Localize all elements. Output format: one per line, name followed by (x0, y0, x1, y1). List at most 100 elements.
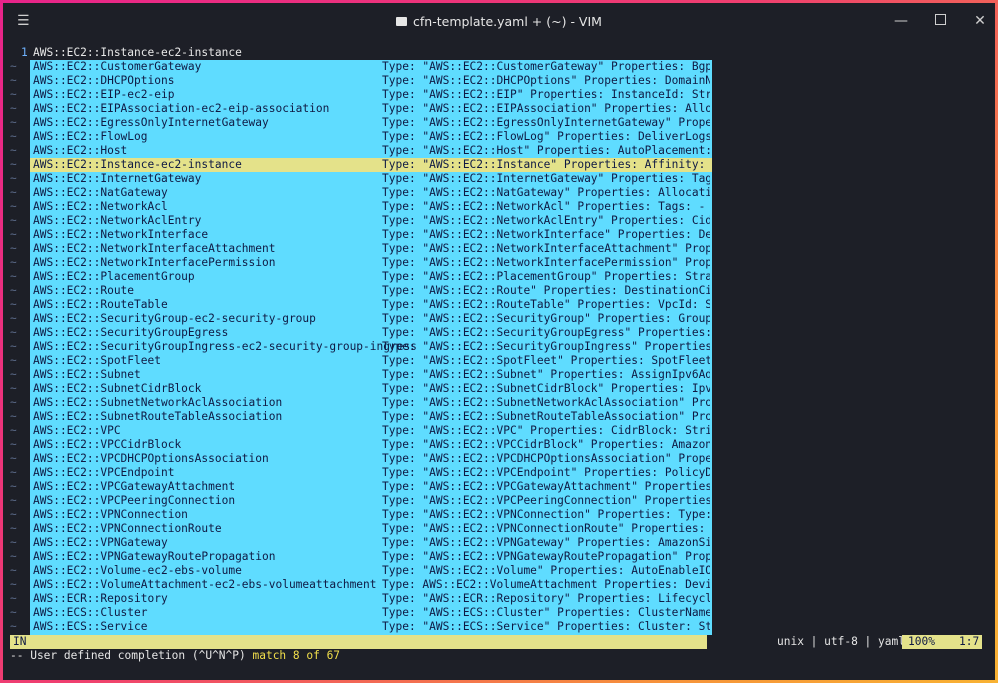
completion-item[interactable]: AWS::EC2::InternetGateway Type: "AWS::EC2… (30, 172, 712, 186)
maximize-icon (934, 14, 946, 25)
completion-item[interactable]: AWS::EC2::SecurityGroupIngress-ec2-secur… (30, 340, 712, 354)
completion-word: AWS::EC2::RouteTable (33, 298, 168, 311)
completion-word: AWS::EC2::Volume-ec2-ebs-volume (33, 564, 242, 577)
completion-item[interactable]: AWS::EC2::Route Type: "AWS::EC2::Route" P… (30, 284, 712, 298)
completion-item[interactable]: AWS::EC2::Volume-ec2-ebs-volume Type: "AW… (30, 564, 712, 578)
completion-menu-info: Type: "AWS::EC2::FlowLog" Properties: De… (382, 130, 710, 143)
completion-item[interactable]: AWS::EC2::SpotFleet Type: "AWS::EC2::Spot… (30, 354, 712, 368)
completion-menu-info: Type: "AWS::EC2::RouteTable" Properties:… (382, 298, 710, 311)
empty-line-marker: ~ (10, 158, 17, 171)
completion-item[interactable]: AWS::EC2::SubnetRouteTableAssociation Typ… (30, 410, 712, 424)
empty-line-marker: ~ (10, 564, 17, 577)
completion-popup[interactable]: AWS::EC2::CustomerGateway Type: "AWS::EC2… (30, 60, 712, 648)
completion-item[interactable]: AWS::EC2::DHCPOptions Type: "AWS::EC2::DH… (30, 74, 712, 88)
completion-item[interactable]: AWS::EC2::FlowLog Type: "AWS::EC2::FlowLo… (30, 130, 712, 144)
completion-item[interactable]: AWS::EC2::VPCGatewayAttachment Type: "AWS… (30, 480, 712, 494)
command-line: -- User defined completion (^U^N^P) matc… (10, 649, 340, 663)
completion-menu-info: Type: "AWS::EC2::Instance" Properties: A… (382, 158, 710, 171)
completion-item[interactable]: AWS::EC2::VPCEndpoint Type: "AWS::EC2::VP… (30, 466, 712, 480)
completion-item[interactable]: AWS::ECS::Cluster Type: "AWS::ECS::Cluste… (30, 606, 712, 620)
completion-item[interactable]: AWS::EC2::EIP-ec2-eip Type: "AWS::EC2::EI… (30, 88, 712, 102)
completion-item[interactable]: AWS::EC2::SecurityGroupEgress Type: "AWS:… (30, 326, 712, 340)
completion-item[interactable]: AWS::EC2::VPCDHCPOptionsAssociation Type:… (30, 452, 712, 466)
empty-line-marker: ~ (10, 298, 17, 311)
empty-line-marker: ~ (10, 228, 17, 241)
completion-word: AWS::ECR::Repository (33, 592, 168, 605)
completion-menu-info: Type: "AWS::EC2::NatGateway" Properties:… (382, 186, 710, 199)
completion-menu-info: Type: "AWS::EC2::Host" Properties: AutoP… (382, 144, 710, 157)
empty-line-marker: ~ (10, 592, 17, 605)
empty-line-marker: ~ (10, 410, 17, 423)
completion-item[interactable]: AWS::EC2::VPNConnection Type: "AWS::EC2::… (30, 508, 712, 522)
completion-item[interactable]: AWS::EC2::NatGateway Type: "AWS::EC2::Nat… (30, 186, 712, 200)
completion-item[interactable]: AWS::EC2::RouteTable Type: "AWS::EC2::Rou… (30, 298, 712, 312)
completion-word: AWS::EC2::EIP-ec2-eip (33, 88, 175, 101)
completion-word: AWS::EC2::EIPAssociation-ec2-eip-associa… (33, 102, 330, 115)
completion-item[interactable]: AWS::EC2::NetworkInterface Type: "AWS::EC… (30, 228, 712, 242)
empty-line-marker: ~ (10, 242, 17, 255)
completion-item[interactable]: AWS::EC2::VPNConnectionRoute Type: "AWS::… (30, 522, 712, 536)
completion-item[interactable]: AWS::EC2::VPCCidrBlock Type: "AWS::EC2::V… (30, 438, 712, 452)
completion-menu-info: Type: "AWS::EC2::VPCPeeringConnection" P… (382, 494, 710, 507)
completion-item[interactable]: AWS::EC2::VPC Type: "AWS::EC2::VPC" Prope… (30, 424, 712, 438)
buffer-line[interactable]: AWS::EC2::Instance-ec2-instance (33, 46, 242, 59)
completion-item[interactable]: AWS::EC2::NetworkAcl Type: "AWS::EC2::Net… (30, 200, 712, 214)
empty-line-marker: ~ (10, 172, 17, 185)
completion-item[interactable]: AWS::ECS::Service Type: "AWS::ECS::Servic… (30, 620, 712, 634)
completion-word: AWS::EC2::VPCEndpoint (33, 466, 175, 479)
completion-item[interactable]: AWS::EC2::NetworkInterfaceAttachment Type… (30, 242, 712, 256)
completion-menu-info: Type: "AWS::EC2::VPNConnection" Properti… (382, 508, 710, 521)
empty-line-marker: ~ (10, 354, 17, 367)
completion-item[interactable]: AWS::EC2::SubnetCidrBlock Type: "AWS::EC2… (30, 382, 712, 396)
completion-menu-info: Type: "AWS::EC2::SecurityGroupIngress" P… (382, 340, 710, 353)
empty-line-marker: ~ (10, 214, 17, 227)
completion-item[interactable]: AWS::EC2::NetworkInterfacePermission Type… (30, 256, 712, 270)
editor-area[interactable]: 1 AWS::EC2::Instance-ec2-instance ~ ~ ~ ~ ~ ~… (3, 43, 995, 680)
completion-item[interactable]: AWS::EC2::SubnetNetworkAclAssociation Typ… (30, 396, 712, 410)
completion-item[interactable]: AWS::EC2::Instance-ec2-instance Type: "AW… (30, 158, 712, 172)
completion-item[interactable]: AWS::EC2::SecurityGroup-ec2-security-gro… (30, 312, 712, 326)
empty-line-marker: ~ (10, 144, 17, 157)
empty-line-marker: ~ (10, 60, 17, 73)
completion-word: AWS::EC2::NatGateway (33, 186, 168, 199)
completion-item[interactable]: AWS::EC2::NetworkAclEntry Type: "AWS::EC2… (30, 214, 712, 228)
completion-menu-info: Type: "AWS::EC2::NetworkAclEntry" Proper… (382, 214, 710, 227)
terminal-icon (396, 17, 408, 26)
completion-word: AWS::EC2::SecurityGroupIngress-ec2-secur… (33, 340, 417, 353)
empty-line-marker: ~ (10, 620, 17, 633)
minimize-button[interactable]: — (889, 11, 913, 31)
completion-item[interactable]: AWS::EC2::Host Type: "AWS::EC2::Host" Pro… (30, 144, 712, 158)
empty-line-marker: ~ (10, 340, 17, 353)
completion-item[interactable]: AWS::ECR::Repository Type: "AWS::ECR::Rep… (30, 592, 712, 606)
completion-word: AWS::EC2::SpotFleet (33, 354, 161, 367)
completion-item[interactable]: AWS::EC2::Subnet Type: "AWS::EC2::Subnet"… (30, 368, 712, 382)
completion-word: AWS::ECS::Cluster (33, 606, 148, 619)
completion-menu-info: Type: "AWS::EC2::VPCEndpoint" Properties… (382, 466, 710, 479)
completion-word: AWS::EC2::SubnetCidrBlock (33, 382, 202, 395)
completion-word: AWS::EC2::VPCDHCPOptionsAssociation (33, 452, 269, 465)
completion-word: AWS::EC2::NetworkInterfacePermission (33, 256, 276, 269)
close-button[interactable]: ✕ (968, 11, 992, 31)
completion-word: AWS::EC2::InternetGateway (33, 172, 202, 185)
empty-line-marker: ~ (10, 452, 17, 465)
completion-item[interactable]: AWS::EC2::CustomerGateway Type: "AWS::EC2… (30, 60, 712, 74)
completion-word: AWS::EC2::VPCCidrBlock (33, 438, 182, 451)
empty-line-marker: ~ (10, 270, 17, 283)
completion-menu-info: Type: "AWS::EC2::SecurityGroupEgress" Pr… (382, 326, 710, 339)
maximize-button[interactable] (928, 11, 952, 31)
empty-line-marker: ~ (10, 200, 17, 213)
completion-menu-info: Type: "AWS::EC2::VPNGatewayRoutePropagat… (382, 550, 710, 563)
empty-line-marker: ~ (10, 550, 17, 563)
completion-item[interactable]: AWS::EC2::EgressOnlyInternetGateway Type:… (30, 116, 712, 130)
empty-line-marker: ~ (10, 256, 17, 269)
completion-word: AWS::EC2::SecurityGroup-ec2-security-gro… (33, 312, 316, 325)
completion-item[interactable]: AWS::EC2::VolumeAttachment-ec2-ebs-volum… (30, 578, 712, 592)
completion-item[interactable]: AWS::EC2::PlacementGroup Type: "AWS::EC2:… (30, 270, 712, 284)
completion-menu-info: Type: "AWS::ECS::Service" Properties: Cl… (382, 620, 710, 633)
completion-item[interactable]: AWS::EC2::VPCPeeringConnection Type: "AWS… (30, 494, 712, 508)
completion-word: AWS::EC2::PlacementGroup (33, 270, 195, 283)
completion-item[interactable]: AWS::EC2::VPNGatewayRoutePropagation Type… (30, 550, 712, 564)
completion-item[interactable]: AWS::EC2::EIPAssociation-ec2-eip-associa… (30, 102, 712, 116)
completion-item[interactable]: AWS::EC2::VPNGateway Type: "AWS::EC2::VPN… (30, 536, 712, 550)
completion-menu-info: Type: "AWS::EC2::PlacementGroup" Propert… (382, 270, 710, 283)
